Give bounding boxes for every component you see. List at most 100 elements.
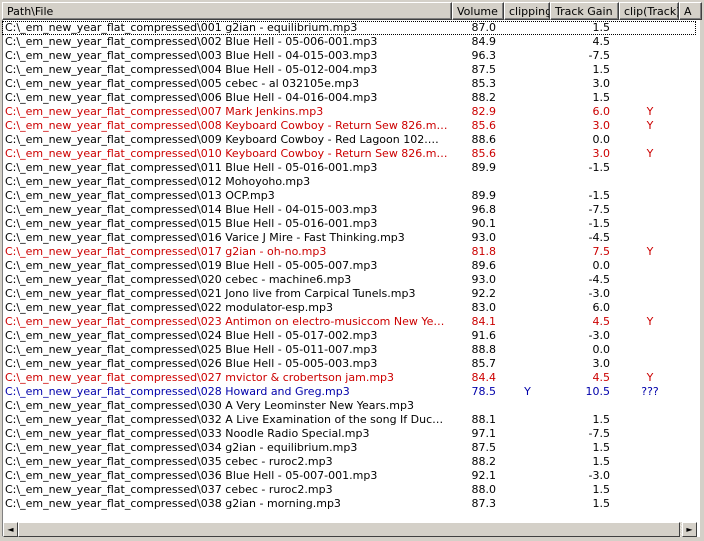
table-row[interactable]: C:\_em_new_year_flat_compressed\012 Moho… xyxy=(2,175,696,189)
cell-path: C:\_em_new_year_flat_compressed\037 cebe… xyxy=(5,483,333,496)
table-row[interactable]: C:\_em_new_year_flat_compressed\025 Blue… xyxy=(2,343,696,357)
table-row[interactable]: C:\_em_new_year_flat_compressed\034 g2ia… xyxy=(2,441,696,455)
cell-path: C:\_em_new_year_flat_compressed\003 Blue… xyxy=(5,49,378,62)
table-row[interactable]: C:\_em_new_year_flat_compressed\011 Blue… xyxy=(2,161,696,175)
cell-track-gain xyxy=(550,175,620,189)
cell-path: C:\_em_new_year_flat_compressed\032 A Li… xyxy=(5,413,449,426)
table-row[interactable]: C:\_em_new_year_flat_compressed\037 cebe… xyxy=(2,483,696,497)
scroll-thumb[interactable] xyxy=(18,522,680,537)
cell-path: C:\_em_new_year_flat_compressed\020 cebe… xyxy=(5,273,352,286)
table-row[interactable]: C:\_em_new_year_flat_compressed\028 Howa… xyxy=(2,385,696,399)
table-row[interactable]: C:\_em_new_year_flat_compressed\004 Blue… xyxy=(2,63,696,77)
cell-album xyxy=(680,49,696,63)
cell-volume: 88.8 xyxy=(471,343,497,356)
cell-path: C:\_em_new_year_flat_compressed\036 Blue… xyxy=(5,469,378,482)
cell-clip-track xyxy=(620,469,680,483)
cell-volume: 85.3 xyxy=(471,77,497,90)
table-row[interactable]: C:\_em_new_year_flat_compressed\019 Blue… xyxy=(2,259,696,273)
column-header-path[interactable]: Path\File xyxy=(2,2,452,20)
cell-clip-track xyxy=(620,497,680,511)
table-row[interactable]: C:\_em_new_year_flat_compressed\016 Vari… xyxy=(2,231,696,245)
cell-path: C:\_em_new_year_flat_compressed\025 Blue… xyxy=(5,343,378,356)
cell-volume: 84.4 xyxy=(471,371,497,384)
table-row[interactable]: C:\_em_new_year_flat_compressed\024 Blue… xyxy=(2,329,696,343)
cell-track-gain: 4.5 xyxy=(592,35,611,48)
cell-clipping xyxy=(505,357,550,371)
cell-path: C:\_em_new_year_flat_compressed\005 cebe… xyxy=(5,77,360,90)
scroll-left-button[interactable]: ◄ xyxy=(3,522,18,537)
table-row[interactable]: C:\_em_new_year_flat_compressed\006 Blue… xyxy=(2,91,696,105)
cell-album xyxy=(680,287,696,301)
cell-path: C:\_em_new_year_flat_compressed\006 Blue… xyxy=(5,91,378,104)
scroll-track[interactable] xyxy=(18,522,682,537)
cell-clipping xyxy=(505,441,550,455)
column-header-clip-track[interactable]: clip(Track) xyxy=(619,2,679,20)
table-row[interactable]: C:\_em_new_year_flat_compressed\005 cebe… xyxy=(2,77,696,91)
cell-track-gain: 1.5 xyxy=(592,63,611,76)
cell-album xyxy=(680,217,696,231)
column-header-clipping[interactable]: clipping xyxy=(504,2,550,20)
column-header-volume[interactable]: Volume xyxy=(452,2,504,20)
cell-track-gain: -1.5 xyxy=(588,189,610,202)
cell-clip-track: Y xyxy=(646,119,654,132)
cell-volume: 91.6 xyxy=(471,329,497,342)
table-row[interactable]: C:\_em_new_year_flat_compressed\036 Blue… xyxy=(2,469,696,483)
table-row[interactable]: C:\_em_new_year_flat_compressed\009 Keyb… xyxy=(2,133,696,147)
cell-volume: 96.3 xyxy=(471,49,497,62)
cell-volume: 84.1 xyxy=(471,315,497,328)
table-row[interactable]: C:\_em_new_year_flat_compressed\014 Blue… xyxy=(2,203,696,217)
cell-clipping xyxy=(505,133,550,147)
cell-path: C:\_em_new_year_flat_compressed\023 Anti… xyxy=(5,315,449,328)
table-row[interactable]: C:\_em_new_year_flat_compressed\027 mvic… xyxy=(2,371,696,385)
cell-clip-track xyxy=(620,189,680,203)
table-row[interactable]: C:\_em_new_year_flat_compressed\026 Blue… xyxy=(2,357,696,371)
table-row[interactable]: C:\_em_new_year_flat_compressed\015 Blue… xyxy=(2,217,696,231)
cell-clipping xyxy=(505,161,550,175)
table-row[interactable]: C:\_em_new_year_flat_compressed\003 Blue… xyxy=(2,49,696,63)
cell-clip-track xyxy=(620,63,680,77)
cell-album xyxy=(680,203,696,217)
cell-clipping xyxy=(505,203,550,217)
table-row[interactable]: C:\_em_new_year_flat_compressed\010 Keyb… xyxy=(2,147,696,161)
table-row[interactable]: C:\_em_new_year_flat_compressed\002 Blue… xyxy=(2,35,696,49)
cell-path: C:\_em_new_year_flat_compressed\034 g2ia… xyxy=(5,441,358,454)
table-row[interactable]: C:\_em_new_year_flat_compressed\007 Mark… xyxy=(2,105,696,119)
cell-clip-track xyxy=(620,161,680,175)
scroll-right-button[interactable]: ► xyxy=(682,522,697,537)
table-row[interactable]: C:\_em_new_year_flat_compressed\017 g2ia… xyxy=(2,245,696,259)
table-row[interactable]: C:\_em_new_year_flat_compressed\032 A Li… xyxy=(2,413,696,427)
cell-volume: 83.0 xyxy=(471,301,497,314)
cell-album xyxy=(680,357,696,371)
cell-clip-track: Y xyxy=(646,371,654,384)
column-header-album[interactable]: A xyxy=(679,2,702,20)
table-row[interactable]: C:\_em_new_year_flat_compressed\030 A Ve… xyxy=(2,399,696,413)
table-row[interactable]: C:\_em_new_year_flat_compressed\008 Keyb… xyxy=(2,119,696,133)
cell-album xyxy=(680,147,696,161)
table-row[interactable]: C:\_em_new_year_flat_compressed\035 cebe… xyxy=(2,455,696,469)
cell-clipping xyxy=(505,371,550,385)
table-row[interactable]: C:\_em_new_year_flat_compressed\001 g2ia… xyxy=(2,21,696,35)
table-row[interactable]: C:\_em_new_year_flat_compressed\038 g2ia… xyxy=(2,497,696,511)
cell-track-gain: 1.5 xyxy=(592,441,611,454)
table-row[interactable]: C:\_em_new_year_flat_compressed\020 cebe… xyxy=(2,273,696,287)
cell-album xyxy=(680,35,696,49)
table-row[interactable]: C:\_em_new_year_flat_compressed\021 Jono… xyxy=(2,287,696,301)
horizontal-scrollbar[interactable]: ◄ ► xyxy=(3,522,697,537)
table-row[interactable]: C:\_em_new_year_flat_compressed\013 OCP.… xyxy=(2,189,696,203)
table-row[interactable]: C:\_em_new_year_flat_compressed\022 modu… xyxy=(2,301,696,315)
table-row[interactable]: C:\_em_new_year_flat_compressed\023 Anti… xyxy=(2,315,696,329)
cell-path: C:\_em_new_year_flat_compressed\026 Blue… xyxy=(5,357,378,370)
table-row[interactable]: C:\_em_new_year_flat_compressed\033 Nood… xyxy=(2,427,696,441)
cell-clipping xyxy=(505,217,550,231)
cell-clipping xyxy=(505,413,550,427)
cell-clip-track xyxy=(620,35,680,49)
cell-track-gain: -7.5 xyxy=(588,49,610,62)
cell-album xyxy=(680,189,696,203)
cell-volume: 89.9 xyxy=(471,161,497,174)
column-header-track-gain[interactable]: Track Gain xyxy=(550,2,619,20)
cell-album xyxy=(680,161,696,175)
cell-volume: 97.1 xyxy=(471,427,497,440)
cell-clipping xyxy=(505,245,550,259)
cell-volume: 93.0 xyxy=(471,273,497,286)
cell-clip-track xyxy=(620,49,680,63)
